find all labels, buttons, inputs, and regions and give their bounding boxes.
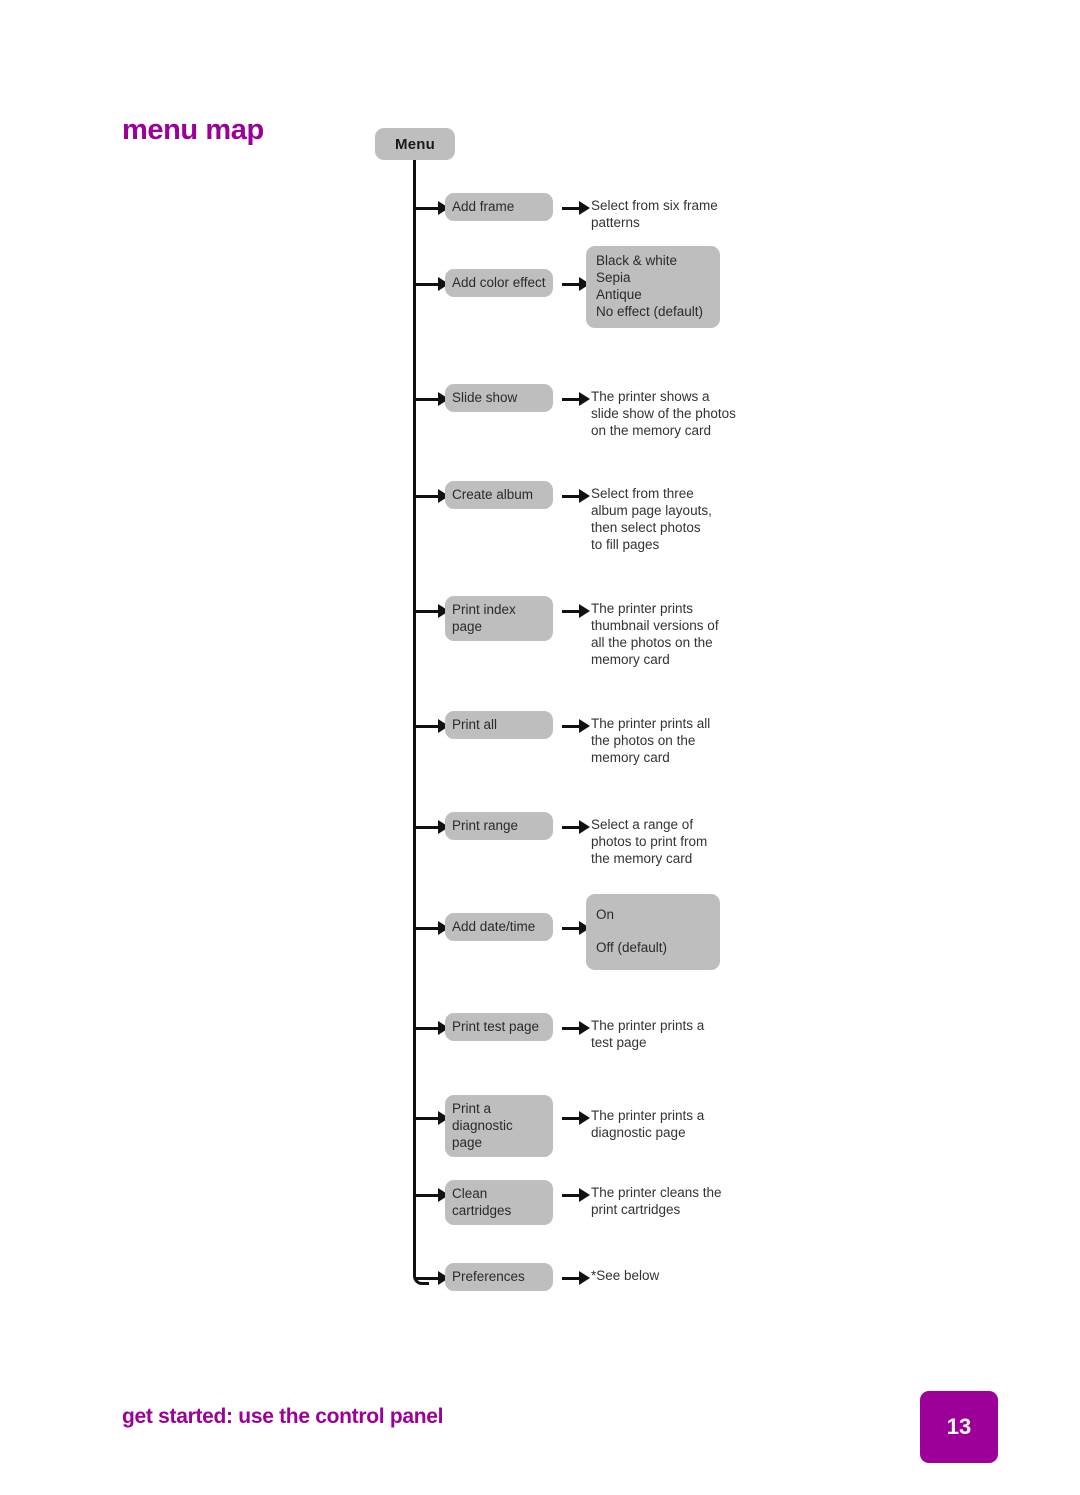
- menu-options-box: On Off (default): [586, 894, 720, 970]
- result-arrow-icon: [562, 1188, 590, 1202]
- menu-item-description: Select from three album page layouts, th…: [591, 486, 712, 552]
- branch-arrow-icon: [416, 1271, 449, 1285]
- result-arrow-icon: [562, 489, 590, 503]
- branch-arrow-icon: [416, 820, 449, 834]
- branch-arrow-icon: [416, 201, 449, 215]
- menu-item-box[interactable]: Clean cartridges: [445, 1180, 553, 1225]
- menu-item-description: The printer shows a slide show of the ph…: [591, 389, 736, 438]
- branch-arrow-icon: [416, 1111, 449, 1125]
- page-number-badge: 13: [920, 1391, 998, 1463]
- menu-item-description: The printer prints all the photos on the…: [591, 716, 711, 765]
- menu-item-description: *See below: [591, 1268, 660, 1283]
- menu-item-box[interactable]: Create album: [445, 481, 553, 509]
- branch-arrow-icon: [416, 1021, 449, 1035]
- menu-item-description: The printer cleans the print cartridges: [591, 1185, 722, 1217]
- menu-item-description: Select from six frame patterns: [591, 198, 718, 230]
- menu-map-diagram: Menu Add frame Select from six frame patt…: [0, 0, 1080, 1340]
- result-arrow-icon: [562, 1111, 590, 1125]
- branch-arrow-icon: [416, 1188, 449, 1202]
- branch-arrow-icon: [416, 392, 449, 406]
- trunk-line: [413, 160, 416, 1269]
- footer-section-title: get started: use the control panel: [122, 1405, 444, 1428]
- menu-item-description: The printer prints a diagnostic page: [591, 1108, 705, 1140]
- menu-item-box[interactable]: Print range: [445, 812, 553, 840]
- result-arrow-icon: [562, 277, 590, 291]
- branch-arrow-icon: [416, 489, 449, 503]
- menu-item-box[interactable]: Print all: [445, 711, 553, 739]
- menu-item-box[interactable]: Print a diagnostic page: [445, 1095, 553, 1157]
- result-arrow-icon: [562, 201, 590, 215]
- branch-arrow-icon: [416, 921, 449, 935]
- menu-item-box[interactable]: Print test page: [445, 1013, 553, 1041]
- menu-item-description: The printer prints thumbnail versions of…: [591, 601, 719, 667]
- menu-item-box[interactable]: Add date/time: [445, 913, 553, 941]
- menu-item-box[interactable]: Print index page: [445, 596, 553, 641]
- menu-options-box: Black & white Sepia Antique No effect (d…: [586, 246, 720, 328]
- result-arrow-icon: [562, 604, 590, 618]
- branch-arrow-icon: [416, 604, 449, 618]
- result-arrow-icon: [562, 392, 590, 406]
- menu-item-description: Select a range of photos to print from t…: [591, 817, 708, 866]
- result-arrow-icon: [562, 820, 590, 834]
- menu-item-box[interactable]: Add color effect: [445, 269, 553, 297]
- menu-item-box[interactable]: Add frame: [445, 193, 553, 221]
- menu-item-description: The printer prints a test page: [591, 1018, 705, 1050]
- menu-item-box[interactable]: Preferences: [445, 1263, 553, 1291]
- menu-root-node: Menu: [375, 128, 455, 160]
- branch-arrow-icon: [416, 719, 449, 733]
- result-arrow-icon: [562, 1021, 590, 1035]
- branch-arrow-icon: [416, 277, 449, 291]
- menu-item-box[interactable]: Slide show: [445, 384, 553, 412]
- result-arrow-icon: [562, 719, 590, 733]
- result-arrow-icon: [562, 921, 590, 935]
- result-arrow-icon: [562, 1271, 590, 1285]
